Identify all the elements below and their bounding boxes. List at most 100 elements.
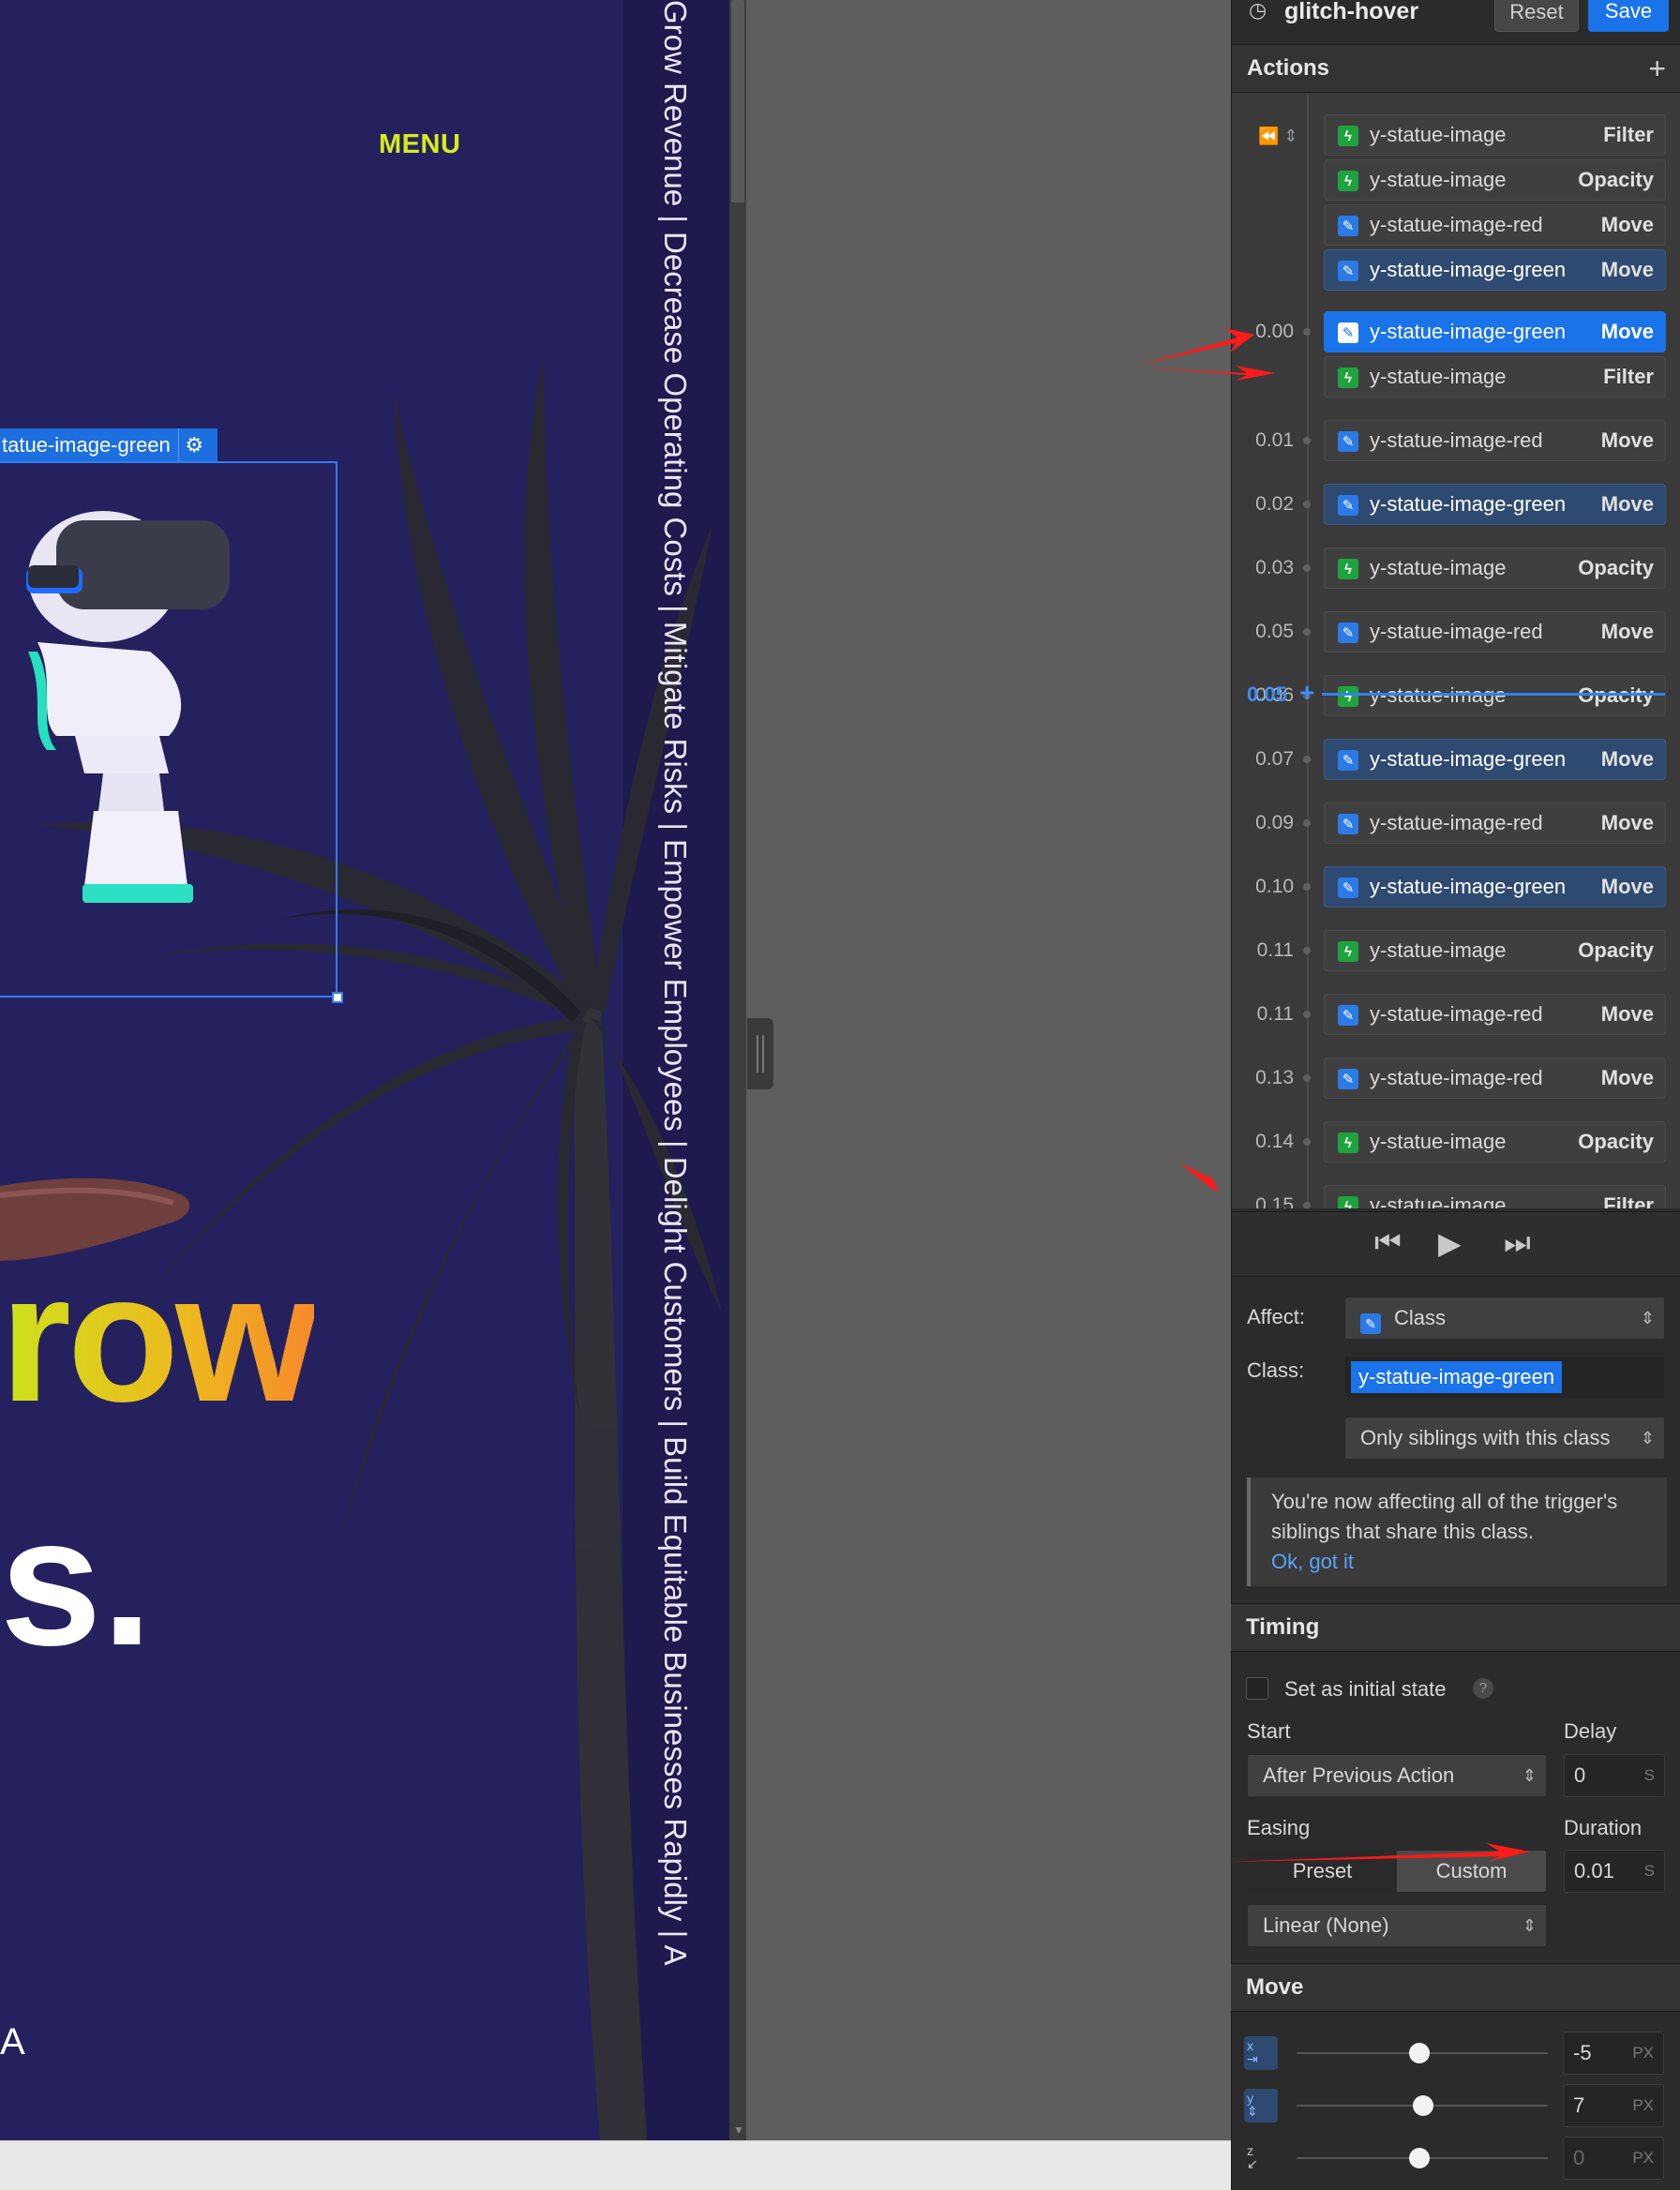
action-row[interactable]: ✎ y-statue-image-red Move [1324, 1058, 1666, 1099]
action-time: 0.07 [1255, 748, 1294, 770]
actions-timeline[interactable]: ⏪ ⇕ ϟ y-statue-image Filter ϟ y-statue-image… [1232, 93, 1680, 1208]
action-type: Opacity [1578, 556, 1654, 579]
duration-value: 0.01 [1574, 1859, 1614, 1882]
action-type: Move [1600, 811, 1654, 834]
action-time: 0.11 [1256, 939, 1294, 961]
action-target: y-statue-image [1370, 123, 1507, 146]
class-icon: ✎ [1338, 622, 1358, 643]
resize-handle[interactable] [332, 992, 343, 1003]
action-target: y-statue-image [1370, 168, 1507, 191]
action-row[interactable]: ✎ y-statue-image-red Move [1324, 204, 1666, 246]
class-icon: ✎ [1338, 322, 1358, 343]
action-row[interactable]: ✎ y-statue-image-green Move [1324, 866, 1666, 908]
class-chip[interactable]: y-statue-image-green [1351, 1361, 1563, 1393]
start-select[interactable]: After Previous Action ⇕ [1247, 1754, 1547, 1797]
clock-icon: ◷ [1249, 0, 1268, 22]
action-row[interactable]: ϟ y-statue-image Filter [1324, 356, 1666, 398]
action-target: y-statue-image [1370, 938, 1507, 962]
menu-link[interactable]: MENU [379, 129, 460, 160]
interaction-icon: ϟ [1338, 171, 1358, 191]
move-y-slider[interactable] [1413, 2095, 1433, 2116]
timing-title: Timing [1246, 1614, 1320, 1640]
action-row[interactable]: ✎ y-statue-image-green Move [1324, 739, 1666, 780]
move-x-value: -5 [1573, 2041, 1592, 2064]
select-arrows-icon: ⇕ [1640, 1309, 1655, 1328]
class-icon: ✎ [1338, 431, 1358, 452]
palm-tree-image [38, 356, 722, 2140]
action-row[interactable]: ✎ y-statue-image-green Move [1324, 484, 1666, 525]
move-x-slider[interactable] [1409, 2043, 1430, 2063]
action-row[interactable]: ✎ y-statue-image-red Move [1324, 802, 1666, 844]
selected-element-tag[interactable]: tatue-image-green ⚙ [0, 428, 218, 461]
add-action-icon[interactable]: + [1648, 45, 1666, 92]
action-row[interactable]: ✎ y-statue-image-red Move [1324, 994, 1666, 1035]
scope-select[interactable]: Only siblings with this class ⇕ [1344, 1417, 1665, 1460]
canvas-scrollbar[interactable]: ▼ [729, 0, 746, 2140]
playhead-add-icon[interactable]: + [1299, 678, 1314, 708]
action-row[interactable]: ✎ y-statue-image-green Move [1324, 249, 1666, 291]
action-time: 0.02 [1255, 493, 1294, 515]
action-row[interactable]: ✎ y-statue-image-red Move [1324, 611, 1666, 652]
action-time: 0.15 [1255, 1194, 1294, 1208]
scrollbar-thumb[interactable] [731, 0, 744, 202]
footer-letter: A [0, 2021, 25, 2062]
action-time: 0.03 [1255, 557, 1294, 578]
interaction-icon: ϟ [1338, 1196, 1358, 1208]
browser-bottom-bar [0, 2140, 1231, 2190]
easing-preset-tab[interactable]: Preset [1248, 1851, 1397, 1892]
class-icon: ✎ [1338, 814, 1358, 834]
action-row[interactable]: ϟ y-statue-image Opacity [1324, 1121, 1666, 1162]
move-y-input[interactable]: 7 PX [1563, 2084, 1664, 2127]
move-z-unit: PX [1632, 2149, 1654, 2167]
skip-forward-icon[interactable]: ⏭ [1504, 1225, 1531, 1261]
action-row[interactable]: ϟ y-statue-image Opacity [1324, 548, 1666, 589]
move-y-value: 7 [1573, 2093, 1585, 2117]
z-axis-icon[interactable]: z ↙ [1244, 2141, 1278, 2175]
y-axis-icon[interactable]: y ⇕ [1244, 2089, 1278, 2122]
easing-select[interactable]: Linear (None) ⇕ [1247, 1904, 1547, 1947]
actions-header: Actions + [1232, 44, 1680, 93]
initial-state-checkbox[interactable] [1246, 1677, 1268, 1700]
delay-label: Delay [1564, 1719, 1617, 1743]
action-type: Filter [1603, 1193, 1654, 1208]
action-target: y-statue-image [1370, 365, 1507, 388]
skip-back-icon[interactable]: ⏮ [1374, 1225, 1402, 1261]
save-button[interactable]: Save [1588, 0, 1669, 32]
move-x-row: x ⇥ -5 PX [1231, 2027, 1680, 2079]
action-type: Opacity [1578, 676, 1654, 715]
move-x-input[interactable]: -5 PX [1563, 2032, 1664, 2075]
action-row[interactable]: ϟ y-statue-image Opacity [1324, 159, 1666, 201]
playhead-line[interactable] [1322, 693, 1665, 696]
delay-input[interactable]: 0 S [1564, 1754, 1665, 1797]
action-row[interactable]: ϟ y-statue-image Opacity [1324, 930, 1666, 971]
designer-canvas[interactable]: MENU Grow Revenue | Decrease Operating C… [0, 0, 729, 2140]
playhead-time[interactable]: 0.05 [1247, 682, 1287, 707]
x-axis-icon[interactable]: x ⇥ [1244, 2036, 1278, 2070]
easing-custom-tab[interactable]: Custom [1397, 1851, 1546, 1892]
affect-select[interactable]: ✎ Class ⇕ [1344, 1297, 1665, 1340]
action-target: y-statue-image-red [1370, 428, 1543, 452]
panel-resize-handle[interactable] [747, 1018, 773, 1089]
group-collapse-icon[interactable]: ⏪ ⇕ [1258, 127, 1298, 146]
gear-icon[interactable]: ⚙ [177, 428, 210, 461]
help-icon[interactable]: ? [1473, 1678, 1493, 1699]
timeline-dot [1303, 628, 1311, 636]
action-row[interactable]: ϟ y-statue-image Filter [1324, 114, 1666, 156]
play-icon[interactable]: ▶ [1438, 1225, 1462, 1261]
reset-button[interactable]: Reset [1494, 0, 1579, 32]
move-z-row: z ↙ 0 PX [1231, 2132, 1680, 2184]
easing-mode-toggle: Preset Custom [1247, 1850, 1547, 1893]
interaction-icon: ϟ [1338, 126, 1358, 146]
action-row[interactable]: ✎ y-statue-image-red Move [1324, 420, 1666, 461]
duration-input[interactable]: 0.01 S [1564, 1850, 1665, 1893]
scroll-down-icon[interactable]: ▼ [733, 2123, 744, 2137]
move-z-input[interactable]: 0 PX [1563, 2137, 1664, 2180]
action-target: y-statue-image [1370, 1130, 1507, 1153]
move-z-slider[interactable] [1409, 2148, 1430, 2168]
interaction-icon: ϟ [1338, 559, 1358, 579]
ok-got-it-link[interactable]: Ok, got it [1271, 1547, 1646, 1577]
action-row[interactable]: ✎ y-statue-image-green Move [1324, 311, 1666, 352]
action-row[interactable]: ϟ y-statue-image Filter [1324, 1185, 1666, 1208]
timeline-dot [1303, 328, 1311, 336]
action-row[interactable]: ϟ y-statue-image Opacity [1324, 675, 1666, 716]
